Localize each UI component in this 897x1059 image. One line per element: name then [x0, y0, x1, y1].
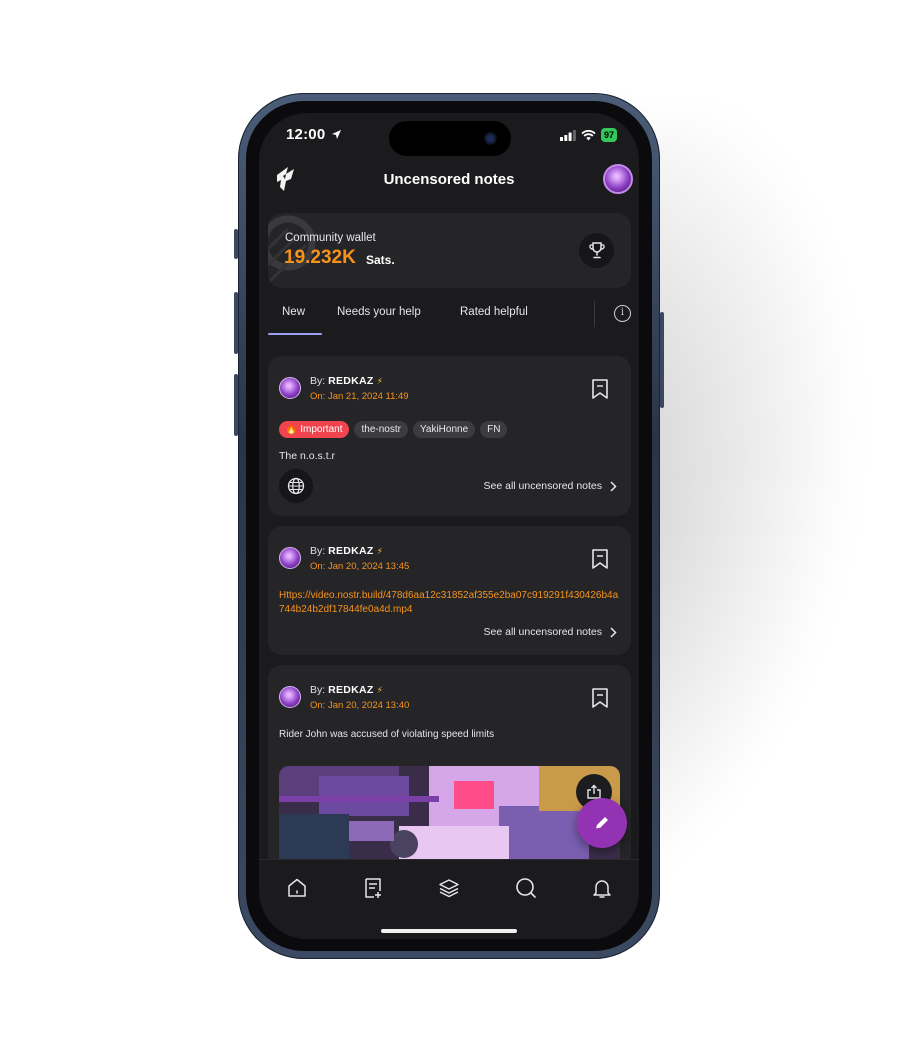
home-indicator — [381, 929, 517, 933]
volume-up-button — [234, 292, 238, 354]
zap-icon: ⚡ — [376, 685, 383, 695]
nav-notifications[interactable] — [590, 876, 614, 900]
compose-note-button[interactable] — [577, 798, 627, 848]
tag-important[interactable]: 🔥 Important — [279, 421, 350, 438]
chevron-right-icon — [610, 480, 617, 492]
notes-icon — [365, 878, 381, 898]
tag-list: 🔥 Important the-nostr YakiHonne FN — [279, 421, 508, 438]
community-wallet-card: Community wallet 19.232K Sats. — [268, 213, 631, 288]
search-icon — [516, 878, 536, 898]
battery-indicator: 97 — [600, 128, 617, 142]
note-date: On: Jan 20, 2024 13:40 — [310, 700, 410, 711]
see-all-notes-link[interactable]: See all uncensored notes — [484, 626, 618, 638]
note-card[interactable]: By: REDKAZ ⚡ On: Jan 20, 2024 13:45 Https… — [268, 526, 631, 655]
home-icon — [288, 878, 306, 897]
notes-tabs: New Needs your help Rated helpful i — [268, 299, 631, 337]
bottom-navigation — [259, 859, 639, 939]
note-date: On: Jan 21, 2024 11:49 — [310, 391, 409, 402]
note-author: By: REDKAZ ⚡ — [310, 684, 383, 696]
note-card[interactable]: By: REDKAZ ⚡ On: Jan 20, 2024 13:40 Rider… — [268, 665, 631, 875]
wallet-amount: 19.232K — [284, 247, 356, 268]
trophy-button[interactable] — [579, 233, 614, 268]
see-all-notes-link[interactable]: See all uncensored notes — [484, 480, 618, 492]
tab-new[interactable]: New — [282, 306, 305, 318]
tag[interactable]: YakiHonne — [412, 421, 476, 438]
wallet-label: Community wallet — [285, 232, 376, 244]
active-tab-indicator — [268, 333, 322, 335]
note-link[interactable]: Https://video.nostr.build/478d6aa12c3185… — [279, 589, 619, 617]
note-text: Rider John was accused of violating spee… — [279, 729, 495, 740]
chevron-right-icon — [610, 626, 617, 638]
bookmark-icon[interactable] — [590, 378, 610, 400]
note-card[interactable]: By: REDKAZ ⚡ On: Jan 21, 2024 11:49 🔥 Imp… — [268, 356, 631, 516]
layers-icon — [439, 879, 459, 898]
note-date: On: Jan 20, 2024 13:45 — [310, 561, 410, 572]
tag[interactable]: FN — [480, 421, 508, 438]
tabs-divider — [594, 301, 595, 327]
signal-icon — [559, 129, 576, 141]
action-button — [234, 229, 238, 259]
nav-layers[interactable] — [437, 876, 461, 900]
author-avatar[interactable] — [279, 547, 301, 569]
zap-icon: ⚡ — [376, 376, 383, 386]
bell-icon — [593, 880, 611, 898]
flame-icon: 🔥 — [285, 424, 298, 435]
glitch-image — [279, 766, 620, 866]
trophy-icon — [588, 242, 605, 259]
note-text: The n.o.s.t.r — [279, 450, 336, 462]
globe-icon — [287, 477, 305, 495]
status-bar: 12:00 97 — [259, 125, 639, 147]
profile-avatar[interactable] — [603, 164, 633, 194]
pencil-icon — [595, 817, 608, 830]
note-media-image[interactable] — [279, 766, 620, 866]
globe-button[interactable] — [279, 469, 313, 503]
nav-notes[interactable] — [361, 876, 385, 900]
author-avatar[interactable] — [279, 377, 301, 399]
bookmark-icon[interactable] — [590, 687, 610, 709]
page-title: Uncensored notes — [383, 171, 515, 188]
tab-needs-your-help[interactable]: Needs your help — [337, 306, 421, 318]
author-avatar[interactable] — [279, 686, 301, 708]
tag[interactable]: the-nostr — [354, 421, 408, 438]
nav-home[interactable] — [285, 876, 309, 900]
zap-icon: ⚡ — [376, 546, 383, 556]
app-screen: 12:00 97 Uncensored notes Community wall… — [259, 113, 639, 939]
wifi-icon — [581, 129, 596, 140]
info-icon[interactable]: i — [614, 305, 631, 322]
status-time: 12:00 — [286, 126, 326, 143]
wallet-unit: Sats. — [366, 253, 395, 267]
bookmark-icon[interactable] — [590, 548, 610, 570]
nav-search[interactable] — [514, 876, 538, 900]
note-author: By: REDKAZ ⚡ — [310, 375, 383, 387]
tab-rated-helpful[interactable]: Rated helpful — [460, 306, 528, 318]
volume-down-button — [234, 374, 238, 436]
power-button — [660, 312, 664, 408]
note-author: By: REDKAZ ⚡ — [310, 545, 383, 557]
location-arrow-icon — [332, 130, 341, 139]
